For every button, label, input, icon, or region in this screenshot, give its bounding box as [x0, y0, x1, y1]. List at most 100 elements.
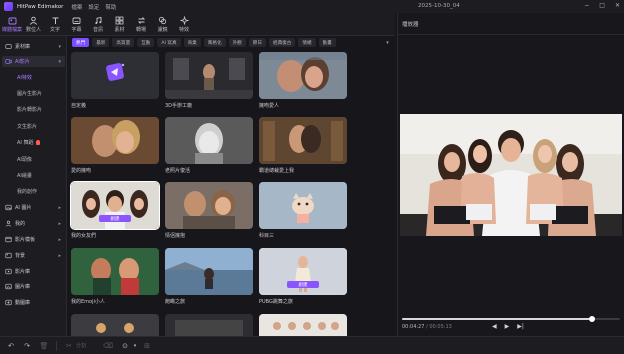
undo-icon[interactable]: ↶	[6, 341, 16, 351]
category-tab[interactable]: 風格化	[203, 38, 226, 47]
speed-icon[interactable]: ⊙	[120, 341, 130, 351]
sidebar-item-gif-library[interactable]: 動圖庫	[2, 297, 65, 308]
category-tab[interactable]: 外觀	[228, 38, 246, 47]
maximize-button[interactable]: □	[599, 2, 605, 9]
toolbar-tab-assets[interactable]: 素材	[110, 13, 130, 35]
toolbar-tab-media[interactable]: 媒體檔案	[2, 13, 22, 35]
toolbar-divider	[56, 341, 57, 351]
sidebar-subitem[interactable]: AI特效	[17, 74, 32, 81]
category-tab[interactable]: 節日	[248, 38, 266, 47]
sidebar-subitem[interactable]: 我的創作	[17, 188, 37, 195]
create-button[interactable]: 創建	[287, 281, 319, 288]
video-preview[interactable]	[400, 114, 622, 236]
sidebar-item-ai-video[interactable]: AI影片 ▾	[2, 56, 65, 67]
sidebar-subitem[interactable]: 影片轉影片	[17, 106, 42, 113]
template-card-gallery[interactable]: 3D手辦工廠	[165, 52, 253, 109]
sidebar-item-ai-image[interactable]: AI 圖片 ▸	[2, 202, 65, 213]
toolbar-tab-label: 素材	[114, 26, 125, 33]
category-tab[interactable]: 動畫	[318, 38, 336, 47]
template-card-library[interactable]: 霸道總裁愛上我	[259, 117, 347, 174]
template-thumbnail[interactable]	[259, 52, 347, 99]
toolbar-tab-audio[interactable]: 音訊	[88, 13, 108, 35]
sidebar-subitem[interactable]: 圖片生影片	[17, 90, 42, 97]
template-card-bottom2[interactable]	[165, 314, 253, 336]
redo-icon[interactable]: ↷	[22, 341, 32, 351]
category-tab[interactable]: 高質量	[112, 38, 135, 47]
template-thumbnail[interactable]	[71, 314, 159, 336]
ai-video-icon	[5, 58, 12, 65]
toolbar-tab-effects[interactable]: 特效	[174, 13, 194, 35]
speed-dropdown-icon[interactable]: ▾	[130, 341, 140, 351]
menu-file[interactable]: 檔案	[71, 3, 82, 11]
more-categories-icon[interactable]: ▾	[383, 38, 392, 47]
template-thumbnail[interactable]	[259, 314, 347, 336]
sidebar-item-background[interactable]: 背景 ▸	[2, 250, 65, 261]
sidebar-subitem[interactable]: AI 舞蹈	[17, 139, 40, 146]
menu-settings[interactable]: 設定	[88, 3, 99, 11]
template-card-couple[interactable]: 愛的擁吻	[71, 117, 159, 174]
sidebar-subitem[interactable]: 文生影片	[17, 123, 37, 130]
sidebar-item-mine[interactable]: 我的 ▸	[2, 218, 65, 229]
template-card-hug[interactable]: 情侶擁抱	[165, 182, 253, 239]
template-card-girlfriends[interactable]: 創建 我的女友們	[70, 181, 160, 239]
template-thumbnail[interactable]	[71, 52, 159, 99]
category-tab[interactable]: 最新	[92, 38, 110, 47]
template-thumbnail[interactable]	[165, 248, 253, 295]
delete-icon[interactable]: 🗑	[39, 341, 49, 351]
toolbar-tab-filter[interactable]: 濾鏡	[153, 13, 173, 35]
ai-image-icon	[5, 204, 12, 211]
template-thumbnail[interactable]	[259, 182, 347, 229]
template-card-emoji[interactable]: 我的Emoji小人	[71, 248, 159, 305]
sidebar-subitem[interactable]: AI繪畫	[17, 172, 32, 179]
template-card-lake[interactable]: 飽瞰之旅	[165, 248, 253, 305]
trash-icon[interactable]: ⌫	[103, 341, 113, 351]
play-button[interactable]: ▶	[505, 323, 510, 330]
split-icon[interactable]: ✂	[64, 341, 74, 351]
template-card-cat[interactable]: 科目三	[259, 182, 347, 239]
template-thumbnail[interactable]	[165, 182, 253, 229]
template-thumbnail[interactable]: 創建	[259, 248, 347, 295]
previous-frame-button[interactable]: ◀	[492, 323, 497, 330]
crop-icon[interactable]: ⊞	[142, 341, 152, 351]
chevron-icon: ▾	[58, 58, 61, 65]
create-button[interactable]: 創建	[99, 215, 131, 222]
category-tab[interactable]: 商業	[183, 38, 201, 47]
template-card-pubg[interactable]: 創建 PUBG跳舞之旅	[259, 248, 347, 305]
progress-knob[interactable]	[588, 316, 595, 322]
toolbar-tab-subtitle[interactable]: 字幕	[67, 13, 87, 35]
sidebar-item-video-library[interactable]: 影片庫	[2, 266, 65, 277]
category-tab[interactable]: 熱門	[72, 38, 90, 47]
toolbar-tab-text[interactable]: 文字	[45, 13, 65, 35]
playback-progress[interactable]	[402, 316, 620, 322]
template-thumbnail[interactable]	[165, 314, 253, 336]
category-tab[interactable]: AI 寫真	[157, 38, 181, 47]
sidebar-subitem[interactable]: AI頭像	[17, 156, 32, 163]
category-tab[interactable]: 情緒	[298, 38, 316, 47]
template-thumbnail[interactable]	[165, 117, 253, 164]
template-card-label: 老照片復活	[165, 168, 191, 174]
playback-controls: ◀ ▶ ▶|	[492, 323, 524, 330]
next-frame-button[interactable]: ▶|	[517, 323, 524, 330]
sidebar-item-image-library[interactable]: 圖片庫	[2, 281, 65, 292]
template-card-kiss[interactable]: 擁吻愛人	[259, 52, 347, 109]
template-thumbnail[interactable]	[71, 117, 159, 164]
sidebar-item-library[interactable]: 素材庫 ▾	[2, 41, 65, 52]
toolbar-tab-avatar[interactable]: 數位人	[24, 13, 44, 35]
minimize-button[interactable]: −	[584, 2, 589, 9]
category-tab[interactable]: 經典復古	[268, 38, 296, 47]
template-card-oldphoto[interactable]: 老照片復活	[165, 117, 253, 174]
template-card-custom[interactable]: 自定義	[71, 52, 159, 109]
template-card-bottom3[interactable]	[259, 314, 347, 336]
template-thumbnail[interactable]	[259, 117, 347, 164]
template-thumbnail[interactable]	[71, 248, 159, 295]
template-card-bottom1[interactable]	[71, 314, 159, 336]
menu-help[interactable]: 幫助	[105, 3, 116, 11]
audio-icon	[94, 16, 103, 25]
close-button[interactable]: ✕	[615, 2, 620, 9]
category-tab[interactable]: 互動	[137, 38, 155, 47]
toolbar-tab-transition[interactable]: 轉場	[131, 13, 151, 35]
template-thumbnail[interactable]: 創建	[70, 181, 160, 230]
total-time: 00:05:13	[429, 324, 452, 330]
sidebar-item-template[interactable]: 影片模板 ▸	[2, 234, 65, 245]
template-thumbnail[interactable]	[165, 52, 253, 99]
